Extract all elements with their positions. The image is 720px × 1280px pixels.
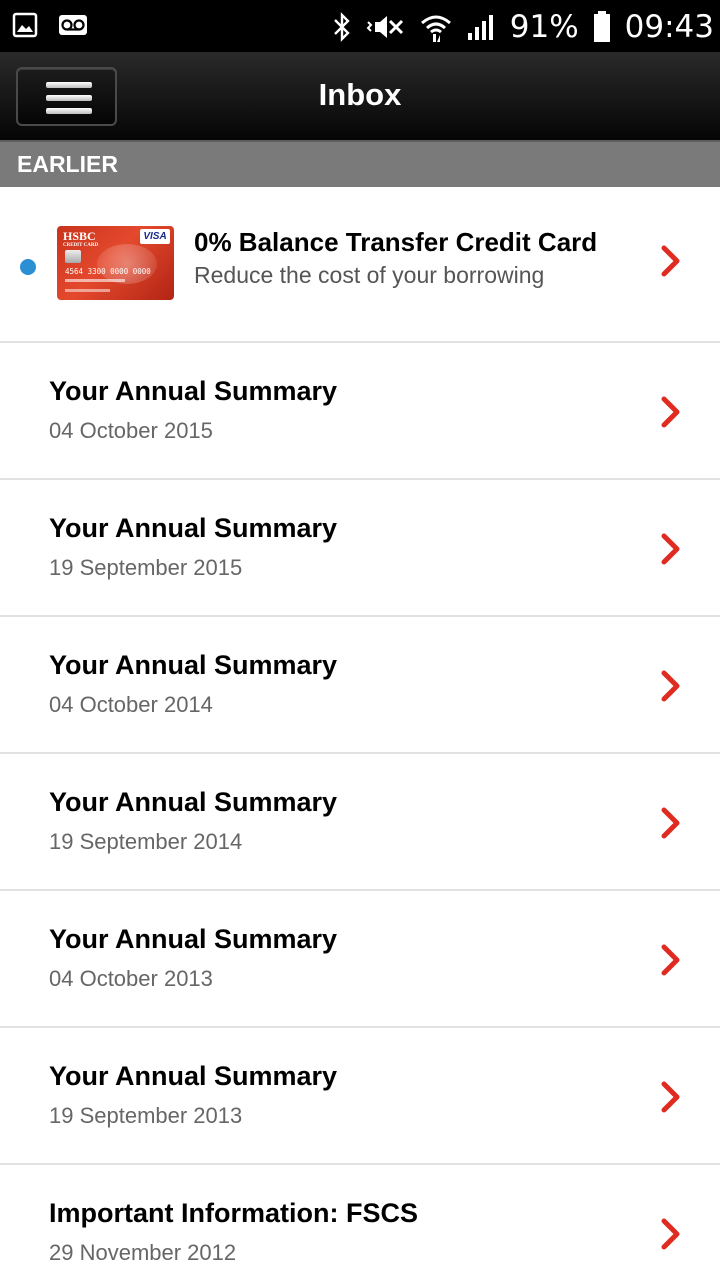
signal-icon	[467, 15, 493, 40]
chevron-right-icon	[661, 670, 680, 702]
chevron-right-icon	[661, 396, 680, 428]
message-date: 04 October 2015	[49, 418, 213, 443]
message-title: Your Annual Summary	[49, 787, 338, 817]
promo-message-item[interactable]: HSBC CREDIT CARD VISA 4564 3300 0000 000…	[0, 187, 720, 343]
app-header: Inbox	[0, 52, 720, 140]
message-date: 04 October 2013	[49, 966, 213, 991]
chevron-right-icon	[661, 1218, 680, 1250]
section-header: EARLIER	[0, 140, 720, 187]
chevron-right-icon	[661, 245, 680, 277]
message-date: 19 September 2014	[49, 829, 243, 854]
card-brand: HSBC	[63, 229, 96, 243]
message-date: 19 September 2015	[49, 555, 243, 580]
credit-card-thumbnail: HSBC CREDIT CARD VISA 4564 3300 0000 000…	[57, 226, 174, 300]
list-item[interactable]: Important Information: FSCS 29 November …	[0, 1165, 720, 1280]
message-title: Important Information: FSCS	[49, 1198, 418, 1228]
section-label: EARLIER	[17, 151, 118, 177]
list-item[interactable]: Your Annual Summary 04 October 2014	[0, 617, 720, 754]
gallery-icon	[12, 12, 38, 38]
message-list: HSBC CREDIT CARD VISA 4564 3300 0000 000…	[0, 187, 720, 1280]
voicemail-icon	[59, 15, 87, 35]
list-item[interactable]: Your Annual Summary 04 October 2013	[0, 891, 720, 1028]
promo-subtitle: Reduce the cost of your borrowing	[194, 262, 545, 288]
message-title: Your Annual Summary	[49, 513, 338, 543]
wifi-icon	[420, 15, 451, 42]
chevron-right-icon	[661, 944, 680, 976]
chevron-right-icon	[661, 807, 680, 839]
vibrate-icon	[366, 16, 403, 38]
unread-indicator	[20, 259, 36, 275]
card-brand-sub: CREDIT CARD	[63, 243, 99, 248]
message-date: 04 October 2014	[49, 692, 213, 717]
message-date: 29 November 2012	[49, 1240, 237, 1265]
list-item[interactable]: Your Annual Summary 19 September 2014	[0, 754, 720, 891]
chevron-right-icon	[661, 533, 680, 565]
card-network: VISA	[140, 229, 170, 244]
list-item[interactable]: Your Annual Summary 19 September 2013	[0, 1028, 720, 1165]
bluetooth-icon	[333, 12, 350, 42]
page-title: Inbox	[318, 77, 402, 112]
list-item[interactable]: Your Annual Summary 19 September 2015	[0, 480, 720, 617]
card-globe	[97, 244, 157, 284]
status-bar: 91% 09:43	[0, 0, 720, 52]
promo-title: 0% Balance Transfer Credit Card	[194, 227, 598, 257]
battery-percent: 91%	[509, 9, 579, 45]
clock: 09:43	[624, 9, 714, 45]
chevron-right-icon	[661, 1081, 680, 1113]
message-title: Your Annual Summary	[49, 1061, 338, 1091]
message-title: Your Annual Summary	[49, 376, 338, 406]
list-item[interactable]: Your Annual Summary 04 October 2015	[0, 343, 720, 480]
battery-icon	[593, 11, 610, 42]
card-number: 4564 3300 0000 0000	[65, 267, 151, 276]
message-title: Your Annual Summary	[49, 650, 338, 680]
card-chip	[65, 250, 81, 263]
message-title: Your Annual Summary	[49, 924, 338, 954]
message-date: 19 September 2013	[49, 1103, 243, 1128]
